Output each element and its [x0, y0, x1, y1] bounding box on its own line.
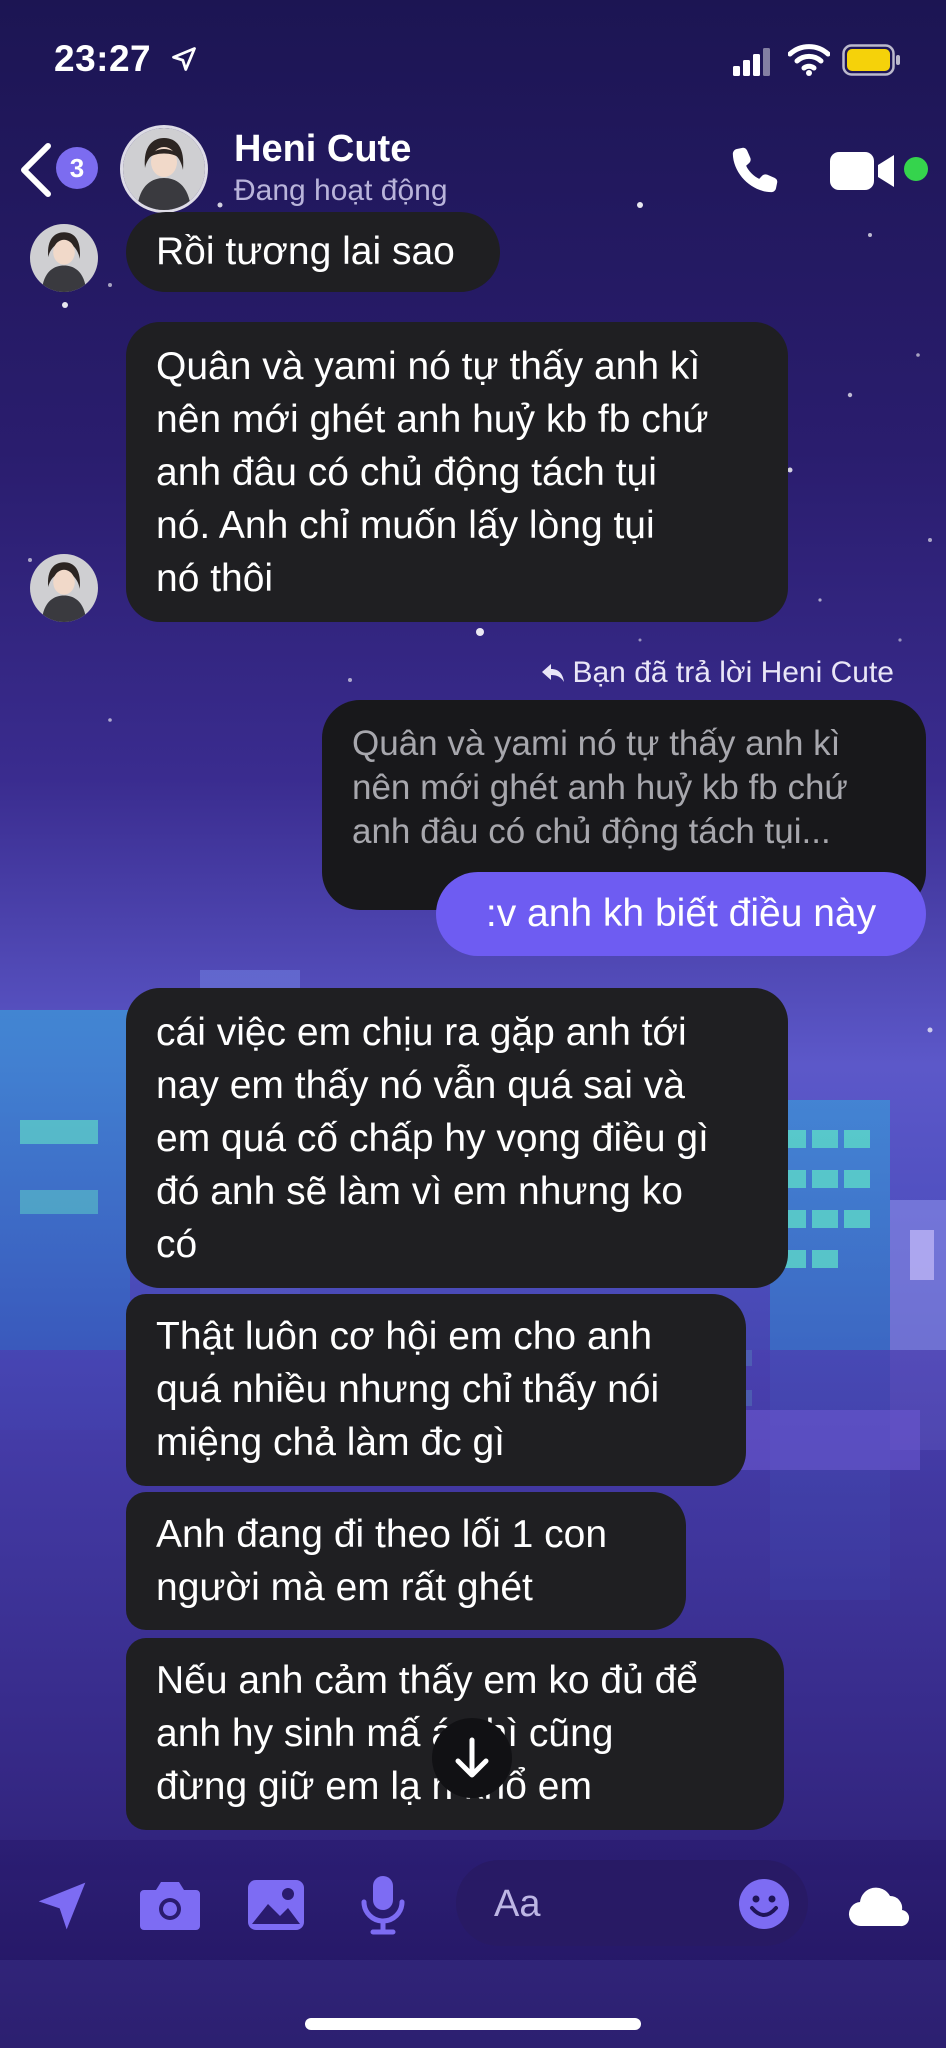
- message-composer: [0, 1840, 946, 1960]
- send-arrow-icon[interactable]: [34, 1878, 90, 1934]
- received-message[interactable]: Thật luôn cơ hội em cho anh quá nhiều nh…: [126, 1294, 746, 1486]
- camera-icon[interactable]: [138, 1878, 202, 1932]
- avatar-image: [30, 554, 98, 622]
- reply-note: Bạn đã trả lời Heni Cute: [540, 656, 894, 690]
- sender-avatar[interactable]: [30, 554, 98, 622]
- wifi-icon: [788, 44, 830, 76]
- contact-name[interactable]: Heni Cute: [234, 128, 411, 171]
- battery-icon: [842, 44, 900, 76]
- gallery-icon[interactable]: [246, 1878, 306, 1932]
- back-chevron-icon: [21, 143, 51, 197]
- message-input-field[interactable]: [456, 1860, 808, 1948]
- arrow-down-icon: [455, 1737, 489, 1778]
- emoji-icon[interactable]: [738, 1878, 790, 1930]
- scroll-to-bottom-button[interactable]: [432, 1718, 512, 1798]
- location-arrow-icon: [172, 47, 196, 71]
- message-input[interactable]: [492, 1860, 716, 1948]
- contact-avatar[interactable]: [120, 125, 208, 213]
- contact-status: Đang hoạt động: [234, 174, 448, 207]
- microphone-icon[interactable]: [358, 1874, 408, 1936]
- avatar-image: [30, 224, 98, 292]
- unread-count-badge: 3: [56, 147, 98, 189]
- online-status-dot: [904, 157, 928, 181]
- reply-arrow-icon: [542, 664, 565, 682]
- conversation-header: 3 Heni Cute Đang hoạt động: [0, 120, 946, 220]
- signal-icon: [733, 48, 770, 76]
- sender-avatar[interactable]: [30, 224, 98, 292]
- home-indicator: [305, 2018, 641, 2030]
- status-time: 23:27: [54, 38, 152, 79]
- phone-icon[interactable]: [727, 142, 783, 198]
- avatar-image: [123, 128, 205, 210]
- received-message[interactable]: Anh đang đi theo lối 1 con người mà em r…: [126, 1492, 686, 1630]
- received-message[interactable]: Rồi tương lai sao: [126, 212, 500, 292]
- sent-message[interactable]: :v anh kh biết điều này: [436, 872, 926, 956]
- status-bar: 23:27: [0, 0, 946, 120]
- received-message[interactable]: Quân và yami nó tự thấy anh kì nên mới g…: [126, 322, 788, 622]
- video-camera-icon[interactable]: [828, 146, 898, 196]
- cloud-icon[interactable]: [848, 1884, 912, 1928]
- reply-note-text: Bạn đã trả lời Heni Cute: [572, 656, 894, 689]
- received-message[interactable]: cái việc em chịu ra gặp anh tới nay em t…: [126, 988, 788, 1288]
